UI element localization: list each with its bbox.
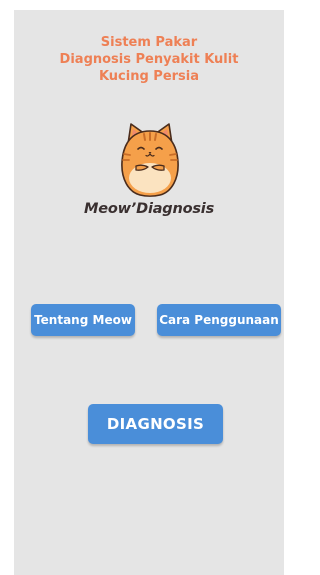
app-title: Sistem Pakar Diagnosis Penyakit Kulit Ku…: [14, 34, 284, 85]
diagnosis-button[interactable]: DIAGNOSIS: [88, 404, 223, 444]
about-button[interactable]: Tentang Meow: [31, 304, 135, 336]
app-screen: Sistem Pakar Diagnosis Penyakit Kulit Ku…: [14, 10, 284, 575]
title-line-3: Kucing Persia: [98, 69, 200, 84]
orange-cat-icon: [121, 123, 179, 197]
how-to-use-button[interactable]: Cara Penggunaan: [157, 304, 281, 336]
brand-name: Meow’Diagnosis: [83, 201, 214, 217]
title-line-1: Sistem Pakar: [100, 35, 198, 50]
title-line-2: Diagnosis Penyakit Kulit: [59, 52, 239, 67]
